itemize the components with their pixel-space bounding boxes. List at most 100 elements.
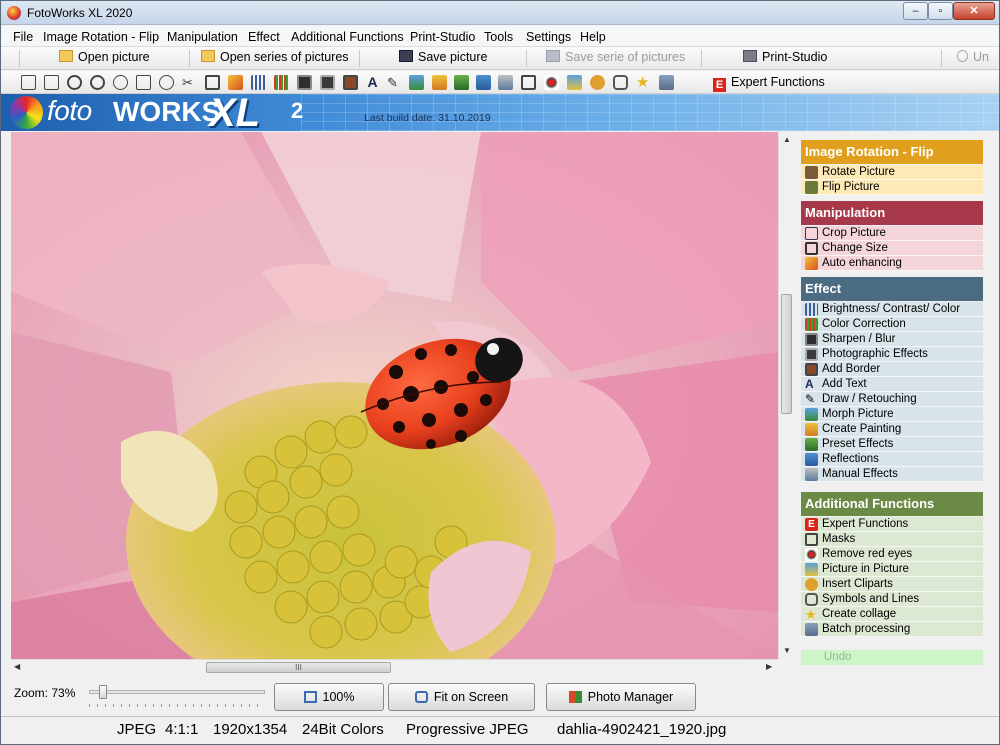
menu-tools[interactable]: Tools (484, 30, 513, 44)
menu-image-rotation[interactable]: Image Rotation - Flip (43, 30, 159, 44)
color-correction-icon (805, 318, 818, 331)
panel-undo-button[interactable]: Undo (801, 650, 983, 665)
morph-icon[interactable] (409, 75, 424, 90)
image-viewer[interactable] (11, 132, 778, 659)
menu-help[interactable]: Help (580, 30, 606, 44)
panel-item-masks[interactable]: Masks (801, 532, 983, 547)
morph-icon (805, 408, 818, 421)
photo-effects-icon[interactable] (320, 75, 335, 90)
masks-icon[interactable] (521, 75, 536, 90)
scroll-down-arrow-icon[interactable]: ▼ (783, 646, 791, 655)
border-icon[interactable] (343, 75, 358, 90)
panel-item-reflections[interactable]: Reflections (801, 452, 983, 467)
expert-functions-button[interactable]: E Expert Functions (713, 75, 825, 92)
section-header-additional[interactable]: Additional Functions (801, 492, 983, 516)
scroll-left-arrow-icon[interactable]: ◀ (14, 662, 20, 671)
panel-item-symbols-lines[interactable]: Symbols and Lines (801, 592, 983, 607)
draw-icon[interactable]: ✎ (387, 75, 402, 90)
brightness-icon[interactable] (251, 75, 266, 90)
panel-item-picture-in-picture[interactable]: Picture in Picture (801, 562, 983, 577)
star-icon[interactable]: ★ (636, 75, 651, 90)
menu-effect[interactable]: Effect (248, 30, 280, 44)
section-header-rotation[interactable]: Image Rotation - Flip (801, 140, 983, 164)
panel-item-sharpen-blur[interactable]: Sharpen / Blur (801, 332, 983, 347)
resize-icon[interactable] (205, 75, 220, 90)
panel-item-brightness[interactable]: Brightness/ Contrast/ Color (801, 302, 983, 317)
auto-enhance-icon[interactable] (228, 75, 243, 90)
crop-icon (805, 227, 818, 240)
menu-print-studio[interactable]: Print-Studio (410, 30, 475, 44)
panel-item-add-text[interactable]: A Add Text (801, 377, 983, 392)
perspective-icon[interactable] (159, 75, 174, 90)
panel-item-preset-effects[interactable]: Preset Effects (801, 437, 983, 452)
photo-manager-button[interactable]: Photo Manager (546, 683, 696, 711)
reflections-icon[interactable] (476, 75, 491, 90)
save-series-button[interactable]: Save serie of pictures (546, 50, 685, 67)
panel-item-create-painting[interactable]: Create Painting (801, 422, 983, 437)
section-header-effect[interactable]: Effect (801, 277, 983, 301)
painting-icon[interactable] (432, 75, 447, 90)
vertical-scrollbar[interactable]: ▲ ▼ (778, 132, 794, 659)
rotate-cw-icon[interactable] (90, 75, 105, 90)
rotate-right-icon[interactable] (44, 75, 59, 90)
crop-icon[interactable]: ✂ (182, 75, 197, 90)
text-icon[interactable]: A (365, 75, 380, 90)
panel-item-manual-effects[interactable]: Manual Effects (801, 467, 983, 482)
panel-item-expert-functions[interactable]: E Expert Functions (801, 517, 983, 532)
rotate-left-icon[interactable] (21, 75, 36, 90)
menu-file[interactable]: File (13, 30, 33, 44)
manual-effects-icon[interactable] (498, 75, 513, 90)
sharpen-icon[interactable] (297, 75, 312, 90)
toolbar-separator (359, 50, 360, 67)
painting-icon (805, 423, 818, 436)
panel-item-morph-picture[interactable]: Morph Picture (801, 407, 983, 422)
minimize-button[interactable]: ‒ (903, 2, 928, 20)
print-studio-button[interactable]: Print-Studio (743, 50, 827, 67)
open-series-button[interactable]: Open series of pictures (201, 50, 349, 67)
flip-icon[interactable] (113, 75, 128, 90)
panel-item-add-border[interactable]: Add Border (801, 362, 983, 377)
scroll-right-arrow-icon[interactable]: ▶ (766, 662, 772, 671)
panel-item-draw-retouching[interactable]: ✎ Draw / Retouching (801, 392, 983, 407)
horizontal-scroll-thumb[interactable]: III (206, 662, 391, 673)
scroll-up-arrow-icon[interactable]: ▲ (783, 135, 791, 144)
zoom-100-button[interactable]: 100% (274, 683, 384, 711)
mirror-icon[interactable] (136, 75, 151, 90)
rotate-ccw-icon[interactable] (67, 75, 82, 90)
maximize-button[interactable]: ▫ (928, 2, 953, 20)
flip-picture-icon (805, 181, 818, 194)
panel-item-batch-processing[interactable]: Batch processing (801, 622, 983, 637)
panel-item-insert-cliparts[interactable]: Insert Cliparts (801, 577, 983, 592)
zoom-slider-knob[interactable] (99, 685, 107, 699)
undo-button[interactable]: Un (957, 50, 989, 67)
panel-item-flip-picture[interactable]: Flip Picture (801, 180, 983, 195)
section-header-manipulation[interactable]: Manipulation (801, 201, 983, 225)
panel-item-auto-enhancing[interactable]: Auto enhancing (801, 256, 983, 271)
close-button[interactable]: ✕ (953, 2, 995, 20)
batch-icon[interactable] (659, 75, 674, 90)
menu-manipulation[interactable]: Manipulation (167, 30, 238, 44)
save-picture-button[interactable]: Save picture (399, 50, 487, 67)
color-correction-icon[interactable] (274, 75, 289, 90)
panel-item-change-size[interactable]: Change Size (801, 241, 983, 256)
picture-in-picture-icon[interactable] (567, 75, 582, 90)
red-eye-icon[interactable] (544, 75, 559, 90)
panel-item-create-collage[interactable]: ★ Create collage (801, 607, 983, 622)
zoom-slider[interactable] (89, 684, 265, 708)
panel-item-photographic-effects[interactable]: Photographic Effects (801, 347, 983, 362)
panel-item-rotate-picture[interactable]: Rotate Picture (801, 165, 983, 180)
horizontal-scrollbar[interactable]: ◀ III ▶ (11, 659, 778, 674)
panel-item-color-correction[interactable]: Color Correction (801, 317, 983, 332)
fit-on-screen-button[interactable]: Fit on Screen (388, 683, 535, 711)
preset-effects-icon[interactable] (454, 75, 469, 90)
panel-item-remove-red-eyes[interactable]: Remove red eyes (801, 547, 983, 562)
open-picture-button[interactable]: Open picture (59, 50, 150, 67)
panel-item-crop-picture[interactable]: Crop Picture (801, 226, 983, 241)
menu-additional-functions[interactable]: Additional Functions (291, 30, 404, 44)
clipart-icon[interactable] (590, 75, 605, 90)
vertical-scroll-thumb[interactable] (781, 294, 792, 414)
zoom-label: Zoom: 73% (14, 686, 76, 700)
symbols-icon[interactable] (613, 75, 628, 90)
menu-settings[interactable]: Settings (526, 30, 571, 44)
expert-badge-icon: E (713, 78, 726, 92)
